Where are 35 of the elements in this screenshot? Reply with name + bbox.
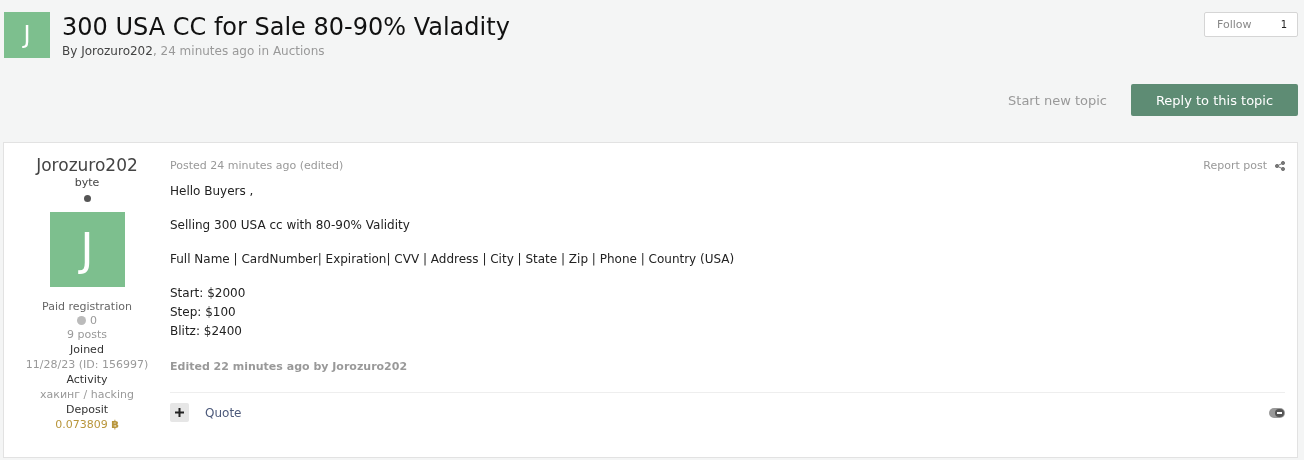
reputation-icon [77, 316, 86, 325]
post-count: 9 posts [67, 327, 107, 342]
topic-byline: By Jorozuro202, 24 minutes ago in Auctions [62, 44, 326, 58]
share-icon[interactable] [1275, 160, 1285, 171]
add-button[interactable] [170, 403, 189, 422]
field-label: Activity [66, 372, 108, 387]
topic-title: 300 USA CC for Sale 80-90% Valadity [62, 12, 511, 42]
post-text: Step: $100 [170, 305, 237, 320]
post-text: Blitz: $2400 [170, 324, 243, 339]
post-text: Full Name | CardNumber| Expiration| CVV | Address | City | State | Zip | Phone | Country (USA) [170, 252, 736, 267]
field-value: хакинг / hacking [40, 387, 134, 402]
field-label: Deposit [65, 402, 109, 417]
author-link[interactable]: Jorozuro202 [81, 44, 153, 58]
deposit-amount: 0.073809 ฿ [55, 417, 119, 432]
forum-link[interactable]: Auctions [272, 44, 325, 58]
author-avatar[interactable]: J [49, 212, 125, 287]
author-rank: byte [74, 175, 100, 190]
avatar[interactable]: J [4, 12, 50, 58]
reputation-count: 0 [90, 314, 97, 327]
report-link[interactable]: Report post [1203, 159, 1285, 172]
follow-button[interactable]: Follow 1 [1204, 12, 1298, 37]
plus-icon [175, 408, 184, 417]
author-group: Paid registration [42, 299, 132, 314]
edited-note: Edited 22 minutes ago by Jorozuro202 [170, 360, 409, 373]
reply-button[interactable]: Reply to this topic [1131, 84, 1298, 116]
quote-link[interactable]: Quote [205, 405, 242, 420]
post-date: Posted 24 minutes ago (edited) [170, 159, 344, 172]
field-value: 11/28/23 (ID: 156997) [25, 357, 149, 372]
post-text: Start: $2000 [170, 286, 247, 301]
field-label: Joined [70, 342, 104, 357]
toggle-icon[interactable] [1269, 407, 1285, 418]
author-name[interactable]: Jorozuro202 [36, 155, 138, 175]
start-topic-link[interactable]: Start new topic [1008, 92, 1107, 108]
post-text: Selling 300 USA cc with 80-90% Validity [170, 218, 411, 233]
post-text: Hello Buyers , [170, 184, 255, 199]
